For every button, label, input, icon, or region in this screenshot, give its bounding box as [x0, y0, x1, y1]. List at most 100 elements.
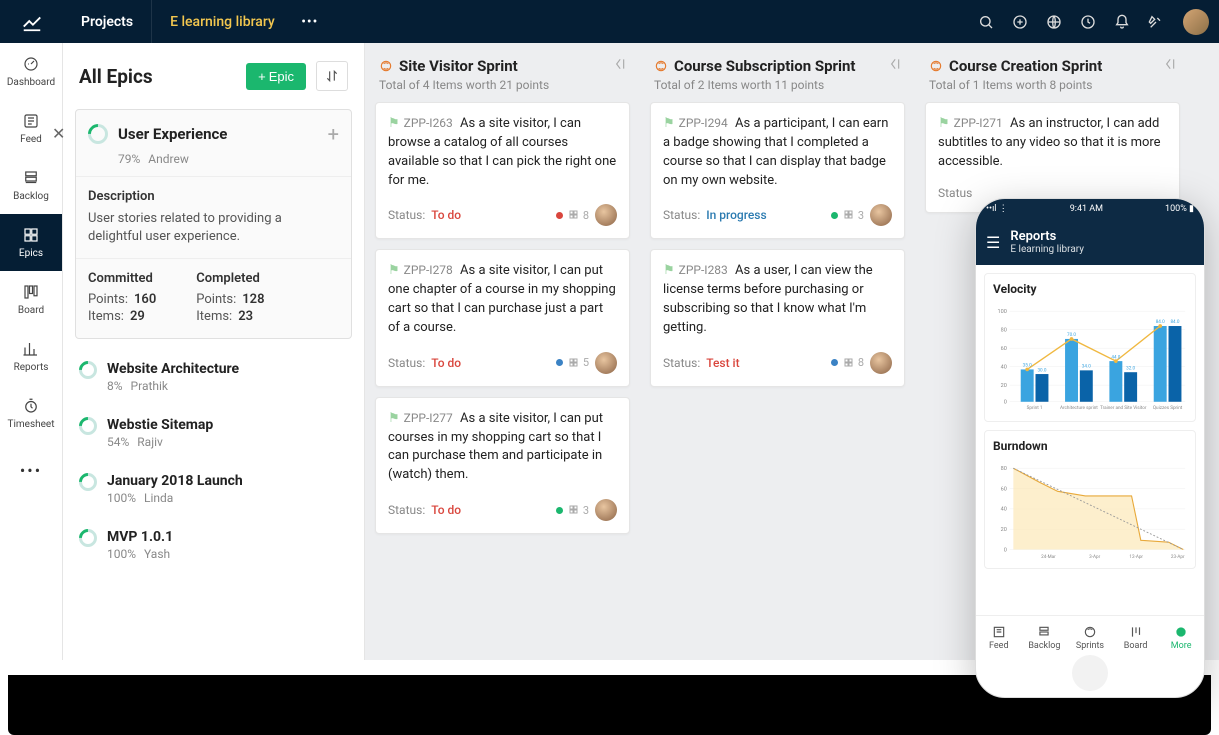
- status-value: To do: [431, 208, 461, 222]
- phone-statusbar: ••ıl ⋮ 9:41 AM 100% ▮: [976, 199, 1204, 219]
- story-card[interactable]: ⚑ZPP-I294 As a participant, I can earn a…: [650, 102, 905, 239]
- priority-dot: [556, 212, 563, 219]
- svg-text:Trainer and Site Visitor: Trainer and Site Visitor: [1100, 405, 1147, 411]
- pb-sprints[interactable]: Sprints: [1067, 616, 1113, 659]
- pb-more[interactable]: More: [1158, 616, 1204, 659]
- card-id: ZPP-I271: [954, 116, 1003, 130]
- clock-icon[interactable]: [1071, 0, 1105, 43]
- flag-icon: ⚑: [388, 411, 400, 426]
- epics-title: All Epics: [79, 65, 236, 88]
- pb-board[interactable]: Board: [1113, 616, 1159, 659]
- epic-item-pct: 8%: [107, 379, 123, 393]
- story-card[interactable]: ⚑ZPP-I278 As a site visitor, I can put o…: [375, 249, 630, 386]
- epic-percent: 79%: [118, 152, 140, 166]
- sprint-title: Course Creation Sprint: [929, 57, 1176, 75]
- status-label: Status:: [388, 208, 425, 222]
- status-value: Test it: [706, 356, 739, 370]
- story-card[interactable]: ⚑ZPP-I283 As a user, I can view the lice…: [650, 249, 905, 386]
- items-label: Items:: [196, 309, 232, 324]
- assignee-avatar[interactable]: [595, 204, 617, 226]
- sidebar-item-backlog[interactable]: Backlog: [0, 157, 62, 214]
- sidebar-label: Board: [18, 305, 44, 316]
- svg-text:32.0: 32.0: [1126, 365, 1135, 371]
- chart-title: Burndown: [993, 439, 1187, 453]
- app-logo[interactable]: [0, 0, 63, 43]
- epics-panel: All Epics +Epic ✕ User Experience + 79%A…: [63, 43, 365, 660]
- tools-icon[interactable]: [1139, 0, 1173, 43]
- svg-text:24-Mar: 24-Mar: [1041, 554, 1056, 560]
- project-name-tab[interactable]: E learning library: [151, 0, 293, 43]
- sidebar-item-timesheet[interactable]: Timesheet: [0, 385, 62, 442]
- sidebar-item-reports[interactable]: Reports: [0, 328, 62, 385]
- epic-item-pct: 100%: [107, 491, 136, 505]
- pb-label: Board: [1124, 641, 1148, 651]
- epic-item[interactable]: January 2018 Launch 100%Linda: [63, 461, 364, 517]
- phone-battery: 100%: [1165, 204, 1187, 214]
- blocks-icon: 3: [569, 504, 589, 517]
- add-icon[interactable]: +: [328, 122, 339, 146]
- hamburger-icon[interactable]: ☰: [986, 233, 1000, 252]
- sort-button[interactable]: [316, 61, 348, 91]
- status-label: Status: [938, 186, 972, 200]
- collapse-icon[interactable]: [612, 57, 626, 71]
- collapse-icon[interactable]: [887, 57, 901, 71]
- epic-item[interactable]: MVP 1.0.1 100%Yash: [63, 517, 364, 573]
- svg-text:84.0: 84.0: [1170, 319, 1179, 325]
- globe-icon[interactable]: [1037, 0, 1071, 43]
- chart-title: Velocity: [993, 282, 1187, 296]
- sidebar-item-epics[interactable]: Epics: [0, 214, 62, 271]
- home-button[interactable]: [1072, 655, 1108, 691]
- add-epic-button[interactable]: +Epic: [246, 63, 306, 90]
- flag-icon: ⚑: [388, 116, 400, 131]
- priority-dot: [831, 212, 838, 219]
- search-icon[interactable]: [969, 0, 1003, 43]
- topbar: Projects E learning library •••: [0, 0, 1219, 43]
- assignee-avatar[interactable]: [870, 352, 892, 374]
- sidebar-item-board[interactable]: Board: [0, 271, 62, 328]
- add-icon[interactable]: [1003, 0, 1037, 43]
- assignee-avatar[interactable]: [595, 499, 617, 521]
- sidebar-more[interactable]: •••: [0, 442, 62, 499]
- assignee-avatar[interactable]: [595, 352, 617, 374]
- epic-item[interactable]: Webstie Sitemap 54%Rajiv: [63, 405, 364, 461]
- burndown-chart-card[interactable]: Burndown 806040200 24-Mar3-Apr12-Apr23-A…: [984, 430, 1196, 570]
- story-card[interactable]: ⚑ZPP-I263 As a site visitor, I can brows…: [375, 102, 630, 239]
- story-card[interactable]: ⚑ZPP-I277 As a site visitor, I can put c…: [375, 397, 630, 534]
- flag-icon: ⚑: [663, 116, 675, 131]
- svg-text:40: 40: [1001, 365, 1007, 371]
- velocity-chart-card[interactable]: Velocity 100806040200 35.030: [984, 273, 1196, 422]
- svg-text:0: 0: [1004, 547, 1007, 553]
- status-label: Status:: [663, 208, 700, 222]
- story-card[interactable]: ⚑ZPP-I271 As an instructor, I can add su…: [925, 102, 1180, 213]
- pb-backlog[interactable]: Backlog: [1022, 616, 1068, 659]
- sidebar-label: Epics: [19, 248, 43, 259]
- svg-text:60: 60: [1001, 486, 1007, 492]
- svg-text:84.0: 84.0: [1156, 319, 1165, 325]
- priority-dot: [831, 359, 838, 366]
- close-icon[interactable]: ✕: [52, 124, 65, 143]
- user-avatar[interactable]: [1183, 9, 1209, 35]
- card-id: ZPP-I278: [404, 263, 453, 277]
- projects-tab[interactable]: Projects: [63, 0, 151, 43]
- epic-item-owner: Prathik: [131, 379, 168, 393]
- assignee-avatar[interactable]: [870, 204, 892, 226]
- signal-icon: ••ıl ⋮: [986, 204, 1008, 214]
- description-text: User stories related to providing a deli…: [88, 210, 339, 246]
- epic-item-name: Website Architecture: [107, 361, 239, 377]
- sprint-subtitle: Total of 1 Items worth 8 points: [929, 78, 1176, 92]
- bell-icon[interactable]: [1105, 0, 1139, 43]
- pb-feed[interactable]: Feed: [976, 616, 1022, 659]
- svg-text:Quizzes Sprint: Quizzes Sprint: [1153, 405, 1183, 411]
- more-tab[interactable]: •••: [293, 0, 327, 43]
- epic-item[interactable]: Website Architecture 8% Prathik: [63, 349, 364, 405]
- card-text: ⚑ZPP-I263 As a site visitor, I can brows…: [388, 115, 617, 190]
- pb-label: More: [1171, 641, 1192, 651]
- pb-label: Feed: [989, 641, 1009, 651]
- phone-title: Reports: [1010, 229, 1084, 244]
- collapse-icon[interactable]: [1162, 57, 1176, 71]
- progress-ring-icon: [75, 470, 100, 495]
- svg-text:60: 60: [1001, 346, 1007, 352]
- sidebar-label: Backlog: [13, 191, 49, 202]
- status-label: Status:: [663, 356, 700, 370]
- sidebar-item-dashboard[interactable]: Dashboard: [0, 43, 62, 100]
